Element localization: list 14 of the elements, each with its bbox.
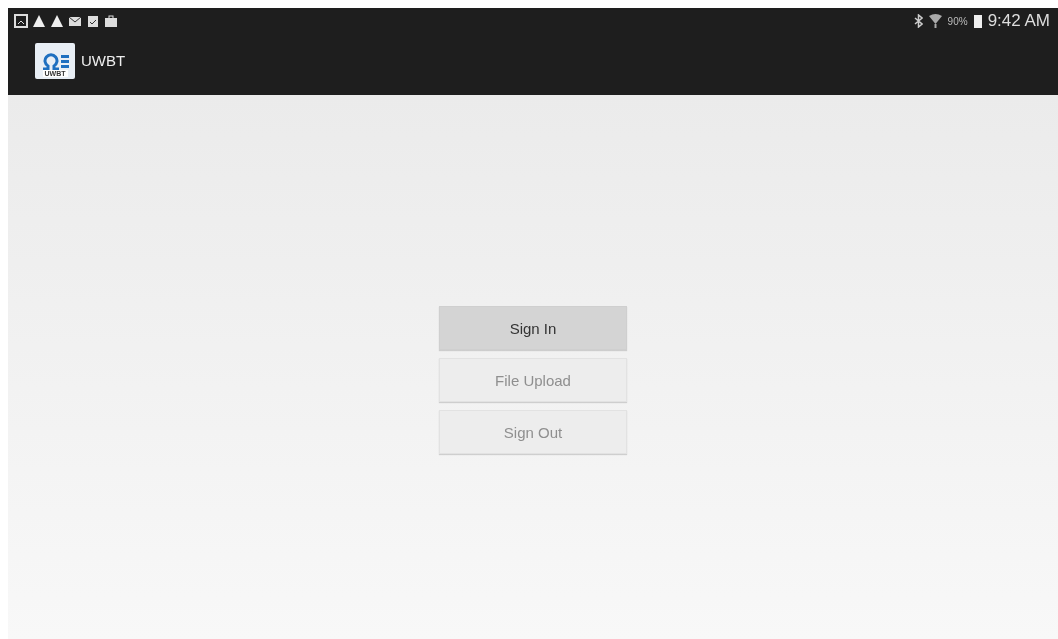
warning-icon — [32, 14, 46, 28]
menu-button[interactable]: Sign In — [439, 306, 627, 350]
clock-time: 9:42 AM — [987, 11, 1050, 31]
bag-icon — [104, 14, 118, 28]
app-title: UWBT — [81, 52, 126, 69]
image-icon — [14, 14, 28, 28]
battery-percentage: 90% — [947, 15, 968, 27]
clipboard-icon — [86, 14, 100, 28]
wifi-icon — [928, 14, 942, 28]
bluetooth-icon — [913, 14, 923, 28]
battery-icon — [973, 14, 982, 28]
mail-icon — [68, 14, 82, 28]
warning-icon — [50, 14, 64, 28]
omega-icon — [40, 51, 70, 70]
